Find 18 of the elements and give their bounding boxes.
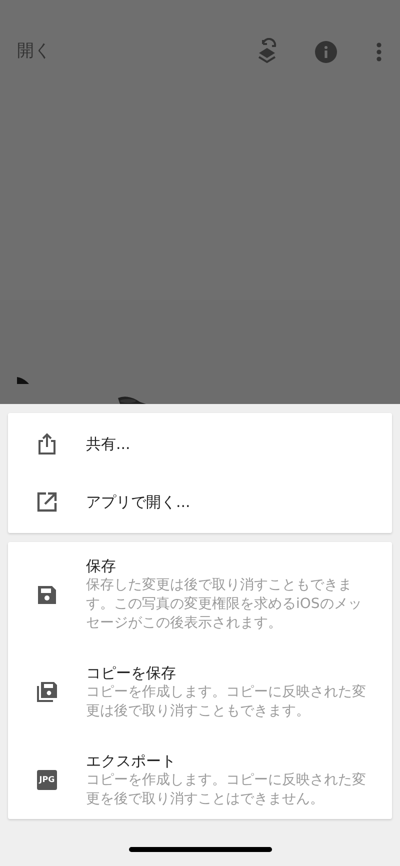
item-description: 保存した変更は後で取り消すこともできます。この写真の変更権限を求めるiOSのメッセージがこの後表示されます。 (86, 576, 363, 633)
menu-item[interactable]: 保存 保存した変更は後で取り消すこともできます。この写真の変更権限を求めるiOSのメッセージがこの後表示されます。 (8, 556, 392, 633)
item-title: 保存 (86, 556, 117, 576)
menu-item[interactable]: アプリで開く... (8, 473, 392, 531)
more-icon[interactable] (376, 42, 382, 62)
save-icon (37, 584, 57, 604)
menu-item[interactable]: JPG エクスポート コピーを作成します。コピーに反映された変更を後で取り消すことはできません。 (8, 751, 392, 809)
menu-item[interactable]: 共有... (8, 415, 392, 473)
item-description: コピーを作成します。コピーに反映された変更を後で取り消すことはできません。 (86, 771, 367, 809)
item-description: コピーを作成します。コピーに反映された変更は後で取り消すこともできます。 (86, 683, 367, 721)
jpg-icon: JPG (37, 770, 57, 790)
share-icon (38, 433, 56, 455)
external-link-icon (37, 492, 57, 512)
menu-item[interactable]: コピーを保存 コピーを作成します。コピーに反映された変更は後で取り消すこともできます。 (8, 663, 392, 721)
save-copy-icon (37, 682, 57, 702)
item-title: エクスポート (86, 751, 177, 771)
info-icon[interactable] (315, 41, 337, 63)
item-title: コピーを保存 (86, 663, 177, 683)
